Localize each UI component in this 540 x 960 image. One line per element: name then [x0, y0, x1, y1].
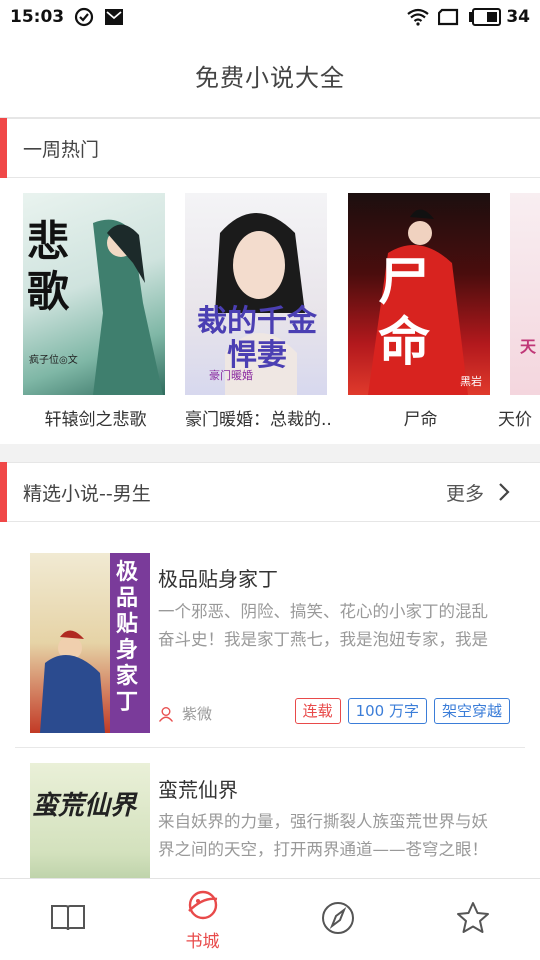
book-open-icon [50, 904, 85, 930]
nav-bookshelf[interactable] [0, 879, 135, 960]
hot-book-title[interactable]: 天价 [498, 405, 540, 430]
section-accent [0, 118, 7, 178]
book-title[interactable]: 极品贴身家丁 [158, 563, 278, 592]
cover-title: 裁的千金悍妻 [197, 304, 317, 373]
book-cover[interactable]: 天 [510, 193, 540, 395]
cover-subtitle: 豪门暖婚 [209, 369, 253, 382]
book-description: 来自妖界的力量，强行撕裂人族蛮荒世界与妖界之间的天空，打开两界通道——苍穹之眼！ [158, 812, 488, 859]
hot-book-item[interactable]: 尸命 黑岩 尸命 [348, 193, 493, 430]
nav-discover[interactable] [270, 879, 405, 960]
battery-level: 34 [506, 7, 530, 27]
section-accent [0, 462, 7, 522]
weekly-hot-title: 一周热门 [23, 138, 100, 161]
bottom-nav: 书城 [0, 878, 540, 960]
book-tags: 连载 100 万字 架空穿越 [288, 698, 510, 724]
hot-book-item[interactable]: 天 天价 [498, 193, 540, 430]
section-gap [0, 444, 540, 462]
weekly-hot-header: 一周热门 [0, 118, 540, 178]
book-cover[interactable]: 裁的千金悍妻 豪门暖婚 [185, 193, 327, 395]
cover-title: 蛮荒仙界 [32, 791, 137, 821]
status-bar: 15:03 34 [0, 0, 540, 34]
hot-book-title[interactable]: 豪门暖婚：总裁的.. [185, 405, 330, 430]
author-name: 紫微 [182, 705, 213, 723]
cover-title: 悲歌 [27, 217, 70, 316]
book-description: 一个邪恶、阴险、搞笑、花心的小家丁的混乱奋斗史！我是家丁燕七，我是泡妞专家，我是 [158, 602, 488, 649]
sim-icon [438, 8, 460, 26]
word-count-tag: 100 万字 [347, 698, 427, 724]
book-cover[interactable]: 极品贴身家丁 [30, 553, 150, 733]
nav-favorites[interactable] [405, 879, 540, 960]
weekly-hot-carousel[interactable]: 悲歌 疯子位◎文 轩辕剑之悲歌 裁的千金悍妻 豪门暖婚 豪门暖婚：总裁的.. 尸… [0, 178, 540, 444]
compass-icon [321, 901, 354, 934]
author-icon [158, 706, 174, 722]
cover-title: 极品贴身家丁 [116, 559, 139, 715]
book-list-item[interactable]: 极品贴身家丁 极品贴身家丁 一个邪恶、阴险、搞笑、花心的小家丁的混乱奋斗史！我是… [0, 523, 540, 747]
hot-book-item[interactable]: 悲歌 疯子位◎文 轩辕剑之悲歌 [23, 193, 168, 430]
status-tag: 连载 [294, 698, 341, 724]
cover-publisher: 黑岩 [460, 375, 482, 388]
genre-tag: 架空穿越 [433, 698, 510, 724]
book-author: 紫微 [158, 703, 212, 724]
nav-label: 书城 [185, 932, 220, 952]
featured-male-header: 精选小说--男生 更多 [0, 462, 540, 522]
page-title: 免费小说大全 [0, 34, 540, 118]
planet-icon [187, 890, 217, 920]
book-list-item[interactable]: 蛮荒仙界 蛮荒仙界 来自妖界的力量，强行撕裂人族蛮荒世界与妖界之间的天空，打开两… [0, 748, 540, 878]
status-right: 34 [406, 7, 530, 27]
hot-book-title[interactable]: 轩辕剑之悲歌 [23, 405, 168, 430]
more-label: 更多 [445, 482, 484, 505]
cover-title: 天 [520, 337, 537, 356]
status-time: 15:03 [10, 7, 65, 27]
nav-bookstore[interactable]: 书城 [135, 879, 270, 960]
cover-title: 尸命 [378, 252, 431, 373]
book-cover[interactable]: 悲歌 疯子位◎文 [23, 193, 165, 395]
book-cover[interactable]: 尸命 黑岩 [348, 193, 490, 395]
check-circle-icon [74, 7, 94, 27]
more-button[interactable]: 更多 [446, 479, 510, 506]
mail-icon [104, 8, 124, 26]
cover-author: 疯子位◎文 [29, 355, 78, 366]
star-icon [456, 901, 489, 933]
hot-book-title[interactable]: 尸命 [348, 405, 493, 430]
hot-book-item[interactable]: 裁的千金悍妻 豪门暖婚 豪门暖婚：总裁的.. [185, 193, 330, 430]
featured-male-title: 精选小说--男生 [23, 482, 151, 505]
book-cover[interactable]: 蛮荒仙界 [30, 763, 150, 878]
book-title[interactable]: 蛮荒仙界 [158, 774, 238, 803]
battery-icon [468, 8, 502, 26]
wifi-icon [406, 8, 430, 26]
chevron-right-icon [499, 483, 510, 501]
